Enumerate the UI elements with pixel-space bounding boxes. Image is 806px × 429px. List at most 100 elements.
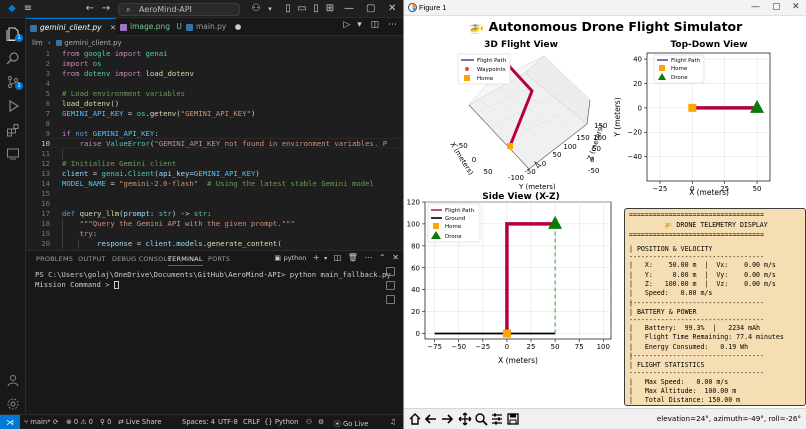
close-icon[interactable]: ✕ (388, 2, 396, 16)
z-axis-label: Z (meters) (586, 124, 605, 162)
more-actions-icon[interactable]: ⋯ (365, 253, 373, 262)
settings-gear-icon[interactable] (6, 396, 20, 410)
remote-indicator-icon[interactable]: ⋊ (0, 415, 20, 429)
line-number: 12 (41, 159, 50, 168)
telemetry-rule: ---------------------------------- (629, 253, 764, 261)
encoding-status[interactable]: UTF-8 (218, 418, 238, 426)
terminal-dropdown-icon[interactable]: ▾ (324, 255, 327, 262)
line-number: 19 (41, 229, 50, 238)
x-tick-label: 100 (597, 343, 610, 351)
notifications-icon[interactable]: ♫ (390, 418, 396, 426)
run-debug-icon[interactable] (6, 98, 20, 113)
tab-label: main.py (196, 22, 227, 31)
y-tick-label: −20 (627, 129, 642, 137)
save-icon[interactable] (506, 412, 520, 426)
copilot-icon[interactable]: ⚇ (250, 3, 262, 15)
branch-status[interactable]: ⑂ main* ⟳ (24, 418, 59, 426)
back-arrow-icon[interactable]: ← (84, 3, 96, 15)
line-number: 7 (45, 109, 50, 118)
eol-status[interactable]: CRLF (243, 418, 260, 426)
live-share-status[interactable]: ⇄ Live Share (118, 418, 162, 426)
code-line: response = client.models.generate_conten… (97, 239, 282, 248)
warning-count: 0 (88, 418, 93, 426)
split-editor-icon[interactable]: ◫ (371, 20, 380, 30)
home-icon[interactable] (408, 412, 422, 426)
pan-icon[interactable] (458, 412, 472, 426)
search-icon[interactable] (6, 50, 20, 65)
error-count: 0 (73, 418, 79, 426)
ports-status[interactable]: ⚲ 0 (100, 418, 111, 426)
line-number: 14 (41, 179, 50, 188)
editor-actions: ▷ ▾ ◫ ⋯ (343, 20, 397, 30)
remote-explorer-icon[interactable] (6, 146, 20, 160)
new-terminal-icon[interactable]: + (313, 253, 320, 262)
command-center-label: AeroMind-API (139, 5, 192, 14)
tab-image-png[interactable]: image.png U (116, 18, 182, 36)
y-tick-label: 40 (633, 56, 642, 64)
forward-arrow-icon[interactable]: → (100, 3, 112, 15)
breadcrumb-file[interactable]: gemini_client.py (64, 39, 121, 47)
tab-main-py[interactable]: main.py ● (182, 18, 248, 36)
customize-layout-icon[interactable]: ⊞ (324, 3, 336, 15)
menu-icon[interactable]: ≡ (22, 3, 34, 15)
toggle-primary-sidebar-icon[interactable]: ▯ (282, 3, 294, 15)
tab-ports[interactable]: PORTS (208, 255, 230, 263)
maximize-icon[interactable]: ▢ (772, 2, 781, 12)
minimize-icon[interactable]: — (751, 2, 760, 12)
source-control-badge: 1 (15, 82, 23, 90)
live-share-label: Live Share (125, 418, 162, 426)
y-tick-label: −40 (627, 153, 642, 161)
x-tick-label: 25 (527, 343, 536, 351)
toggle-panel-icon[interactable]: ▭ (296, 3, 308, 15)
tab-problems[interactable]: PROBLEMS (36, 255, 73, 263)
close-panel-icon[interactable]: ✕ (392, 253, 399, 262)
indentation-status[interactable]: Spaces: 4 (182, 418, 215, 426)
run-dropdown-icon[interactable]: ▾ (357, 20, 362, 30)
copilot-dropdown-icon[interactable]: ▾ (264, 3, 276, 15)
close-icon[interactable]: ✕ (792, 2, 800, 12)
terminal-line: PS C:\Users\golaj\OneDrive\Documents\Git… (35, 270, 391, 279)
minimize-icon[interactable]: — (344, 2, 354, 16)
account-icon[interactable] (6, 372, 20, 387)
kill-terminal-icon[interactable]: 🗑 (348, 253, 358, 262)
terminal-instance-icon[interactable] (386, 281, 395, 290)
terminal-instance-icon[interactable] (386, 295, 395, 304)
close-tab-icon[interactable]: ✕ (110, 24, 116, 32)
python-env-icon[interactable]: ⚙ (318, 418, 324, 426)
breadcrumb-folder[interactable]: llm (32, 39, 43, 47)
code-editor[interactable]: 1 from google import genai 2 import os 3 from… (26, 49, 403, 249)
language-status[interactable]: {} Python (264, 418, 298, 426)
tab-terminal[interactable]: TERMINAL (168, 255, 203, 266)
terminal-instance-icon[interactable] (386, 267, 395, 276)
command-center-search[interactable]: ⌕ AeroMind-API (118, 3, 240, 16)
tab-output[interactable]: OUTPUT (78, 255, 106, 263)
telemetry-rule: ---------------------------------- (629, 369, 764, 378)
tab-debug-console[interactable]: DEBUG CONSOLE (112, 255, 172, 263)
copilot-status-icon[interactable]: ⚇ (306, 418, 312, 426)
problems-status[interactable]: ⊗ 0 ⚠ 0 (66, 418, 93, 426)
line-number: 4 (45, 79, 50, 88)
code-line: def query_llm(prompt: str) -> str: (62, 209, 212, 218)
maximize-icon[interactable]: ▢ (366, 2, 375, 16)
legend-home-label: Home (445, 224, 462, 230)
telemetry-rule: ================================== (629, 211, 764, 219)
y-tick-label: 20 (633, 80, 642, 88)
maximize-panel-icon[interactable]: ⌃ (379, 253, 386, 262)
chart-3d-title: 3D Flight View (484, 40, 558, 50)
toggle-secondary-sidebar-icon[interactable]: ▯ (310, 3, 322, 15)
terminal-prompt[interactable]: Mission Command > (35, 280, 120, 289)
split-terminal-icon[interactable]: ◫ (334, 253, 342, 262)
y-tick-label: 0 (416, 330, 420, 338)
legend-home-label: Home (477, 76, 494, 82)
extensions-icon[interactable] (6, 122, 20, 137)
line-number: 13 (41, 169, 50, 178)
go-live-status[interactable]: ⦿ Go Live (334, 418, 368, 428)
configure-subplots-icon[interactable] (490, 412, 504, 426)
zoom-icon[interactable] (474, 412, 488, 426)
more-actions-icon[interactable]: ⋯ (388, 20, 397, 30)
forward-arrow-icon[interactable] (440, 412, 454, 426)
tab-gemini-client[interactable]: gemini_client.py ✕ (26, 18, 116, 36)
legend-waypoints-label: Waypoints (477, 67, 506, 73)
run-python-icon[interactable]: ▷ (343, 20, 350, 30)
back-arrow-icon[interactable] (424, 412, 438, 426)
